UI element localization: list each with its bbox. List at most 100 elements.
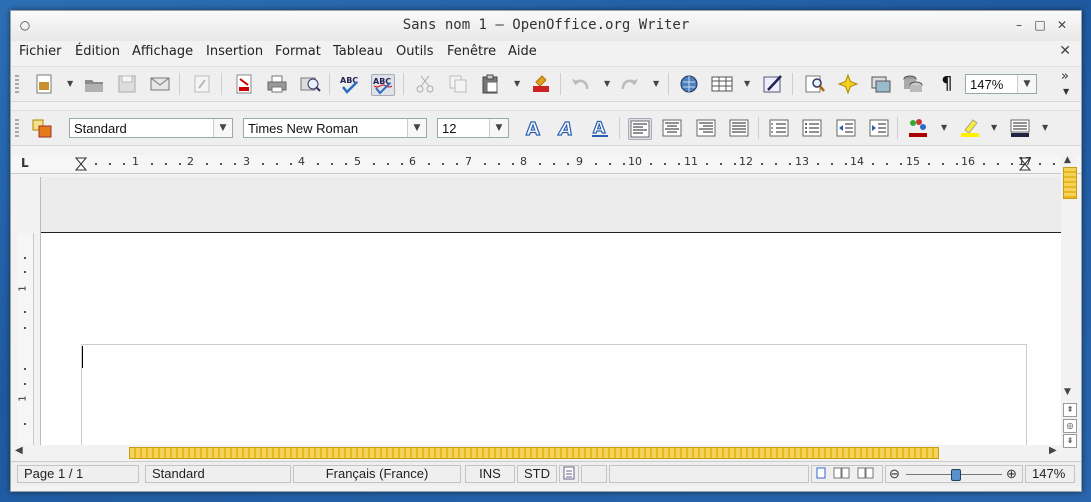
- close-document-button[interactable]: ✕: [1059, 43, 1071, 59]
- document-page[interactable]: [41, 233, 1061, 446]
- justify-icon[interactable]: [728, 118, 750, 138]
- font-name-combo[interactable]: Times New Roman ▼: [243, 118, 427, 138]
- edit-file-icon[interactable]: [191, 74, 213, 94]
- scroll-left-icon[interactable]: ◀: [15, 445, 23, 456]
- undo-dropdown-icon[interactable]: ▼: [604, 79, 610, 88]
- insert-mode-indicator[interactable]: INS: [465, 465, 515, 483]
- close-window-button[interactable]: ✕: [1054, 17, 1070, 33]
- menu-tableau[interactable]: Tableau: [333, 44, 383, 59]
- print-icon[interactable]: [266, 74, 288, 94]
- toolbar-options-icon[interactable]: ▼: [1063, 87, 1069, 96]
- tab-type-corner[interactable]: L: [21, 156, 29, 170]
- italic-icon[interactable]: A: [556, 118, 578, 138]
- table-dropdown-icon[interactable]: ▼: [744, 79, 750, 88]
- save-icon[interactable]: [116, 74, 138, 94]
- scroll-down-icon[interactable]: ▼: [1064, 387, 1071, 397]
- bullets-icon[interactable]: [801, 118, 823, 138]
- email-icon[interactable]: [149, 74, 171, 94]
- styles-formatting-icon[interactable]: [31, 118, 53, 138]
- menu-fenetre[interactable]: Fenêtre: [447, 44, 496, 59]
- chevron-down-icon[interactable]: ▼: [213, 119, 232, 137]
- increase-indent-icon[interactable]: [868, 118, 890, 138]
- vertical-scrollbar[interactable]: ▲ ▼ ⇞ ◎ ⇟: [1061, 155, 1077, 448]
- paste-icon[interactable]: [480, 74, 502, 94]
- menu-outils[interactable]: Outils: [396, 44, 434, 59]
- page-preview-icon[interactable]: [299, 74, 321, 94]
- chevron-down-icon[interactable]: ▼: [407, 119, 426, 137]
- gallery-icon[interactable]: [870, 74, 892, 94]
- show-draw-functions-icon[interactable]: [762, 74, 784, 94]
- background-color-dropdown-icon[interactable]: ▼: [1042, 123, 1048, 132]
- paste-dropdown-icon[interactable]: ▼: [514, 79, 520, 88]
- undo-icon[interactable]: [569, 74, 591, 94]
- vertical-scroll-thumb[interactable]: [1063, 167, 1077, 199]
- view-layout-buttons[interactable]: [811, 465, 883, 483]
- redo-dropdown-icon[interactable]: ▼: [653, 79, 659, 88]
- formatting-marks-icon[interactable]: ¶: [936, 74, 958, 94]
- redo-icon[interactable]: [619, 74, 641, 94]
- toolbar-grip[interactable]: [15, 75, 19, 93]
- digital-signature-cell[interactable]: [581, 465, 607, 483]
- hyperlink-icon[interactable]: [678, 74, 700, 94]
- paragraph-style-combo[interactable]: Standard ▼: [69, 118, 233, 138]
- align-left-icon[interactable]: [628, 118, 652, 140]
- cut-icon[interactable]: [414, 74, 436, 94]
- scroll-right-icon[interactable]: ▶: [1049, 445, 1057, 456]
- zoom-in-icon[interactable]: ⊕: [1006, 466, 1017, 482]
- menu-edition[interactable]: Édition: [75, 44, 120, 59]
- new-document-icon[interactable]: [33, 74, 55, 94]
- horizontal-scrollbar[interactable]: ◀ ▶: [11, 445, 1061, 459]
- navigator-icon[interactable]: [837, 74, 859, 94]
- zoom-slider[interactable]: ⊖ ⊕: [885, 465, 1023, 483]
- autospellcheck-icon[interactable]: ABC: [371, 74, 395, 96]
- page-style-indicator[interactable]: Standard: [145, 465, 291, 483]
- menu-fichier[interactable]: Fichier: [19, 44, 62, 59]
- data-sources-icon[interactable]: [902, 74, 924, 94]
- chevron-down-icon[interactable]: ▼: [489, 119, 508, 137]
- scroll-up-icon[interactable]: ▲: [1064, 155, 1071, 165]
- spellcheck-icon[interactable]: ABC: [339, 74, 361, 94]
- background-color-icon[interactable]: [1009, 118, 1031, 138]
- vertical-ruler[interactable]: 1 1: [17, 233, 34, 445]
- horizontal-ruler[interactable]: L 1 2 3 4 5 6 7 8 9 10 11 12 13 14 15 16…: [11, 155, 1081, 174]
- menu-aide[interactable]: Aide: [508, 44, 537, 59]
- menu-insertion[interactable]: Insertion: [206, 44, 263, 59]
- find-replace-icon[interactable]: [804, 74, 826, 94]
- bold-icon[interactable]: A: [523, 118, 545, 138]
- zoom-slider-handle[interactable]: [951, 469, 961, 481]
- page-indicator[interactable]: Page 1 / 1: [17, 465, 139, 483]
- zoom-percentage[interactable]: 147%: [1025, 465, 1075, 483]
- zoom-combo[interactable]: 147% ▼: [965, 74, 1037, 94]
- new-dropdown-icon[interactable]: ▼: [67, 79, 73, 88]
- chevron-down-icon[interactable]: ▼: [1017, 75, 1036, 93]
- align-right-icon[interactable]: [695, 118, 717, 138]
- copy-icon[interactable]: [447, 74, 469, 94]
- selection-mode-indicator[interactable]: STD: [517, 465, 557, 483]
- align-center-icon[interactable]: [661, 118, 683, 138]
- numbering-icon[interactable]: [768, 118, 790, 138]
- horizontal-scroll-thumb[interactable]: [129, 447, 939, 459]
- menu-format[interactable]: Format: [275, 44, 321, 59]
- open-icon[interactable]: [83, 74, 105, 94]
- previous-page-icon[interactable]: ⇞: [1063, 403, 1077, 417]
- maximize-button[interactable]: □: [1032, 17, 1048, 33]
- next-page-icon[interactable]: ⇟: [1063, 434, 1077, 448]
- highlighting-dropdown-icon[interactable]: ▼: [991, 123, 997, 132]
- language-indicator[interactable]: Français (France): [293, 465, 461, 483]
- minimize-button[interactable]: –: [1011, 17, 1027, 33]
- highlighting-icon[interactable]: [959, 118, 981, 138]
- menu-affichage[interactable]: Affichage: [132, 44, 193, 59]
- table-icon[interactable]: [711, 74, 733, 94]
- font-size-combo[interactable]: 12 ▼: [437, 118, 509, 138]
- zoom-out-icon[interactable]: ⊖: [889, 466, 900, 482]
- decrease-indent-icon[interactable]: [835, 118, 857, 138]
- left-indent-marker-icon[interactable]: [75, 157, 87, 171]
- font-color-icon[interactable]: [907, 118, 929, 138]
- navigation-icon[interactable]: ◎: [1063, 419, 1077, 433]
- toolbar-grip[interactable]: [15, 119, 19, 137]
- export-pdf-icon[interactable]: [233, 74, 255, 94]
- document-area[interactable]: [40, 177, 1061, 446]
- toolbar-overflow-icon[interactable]: »: [1061, 69, 1069, 84]
- underline-icon[interactable]: A: [589, 118, 611, 138]
- clone-formatting-icon[interactable]: [530, 74, 552, 94]
